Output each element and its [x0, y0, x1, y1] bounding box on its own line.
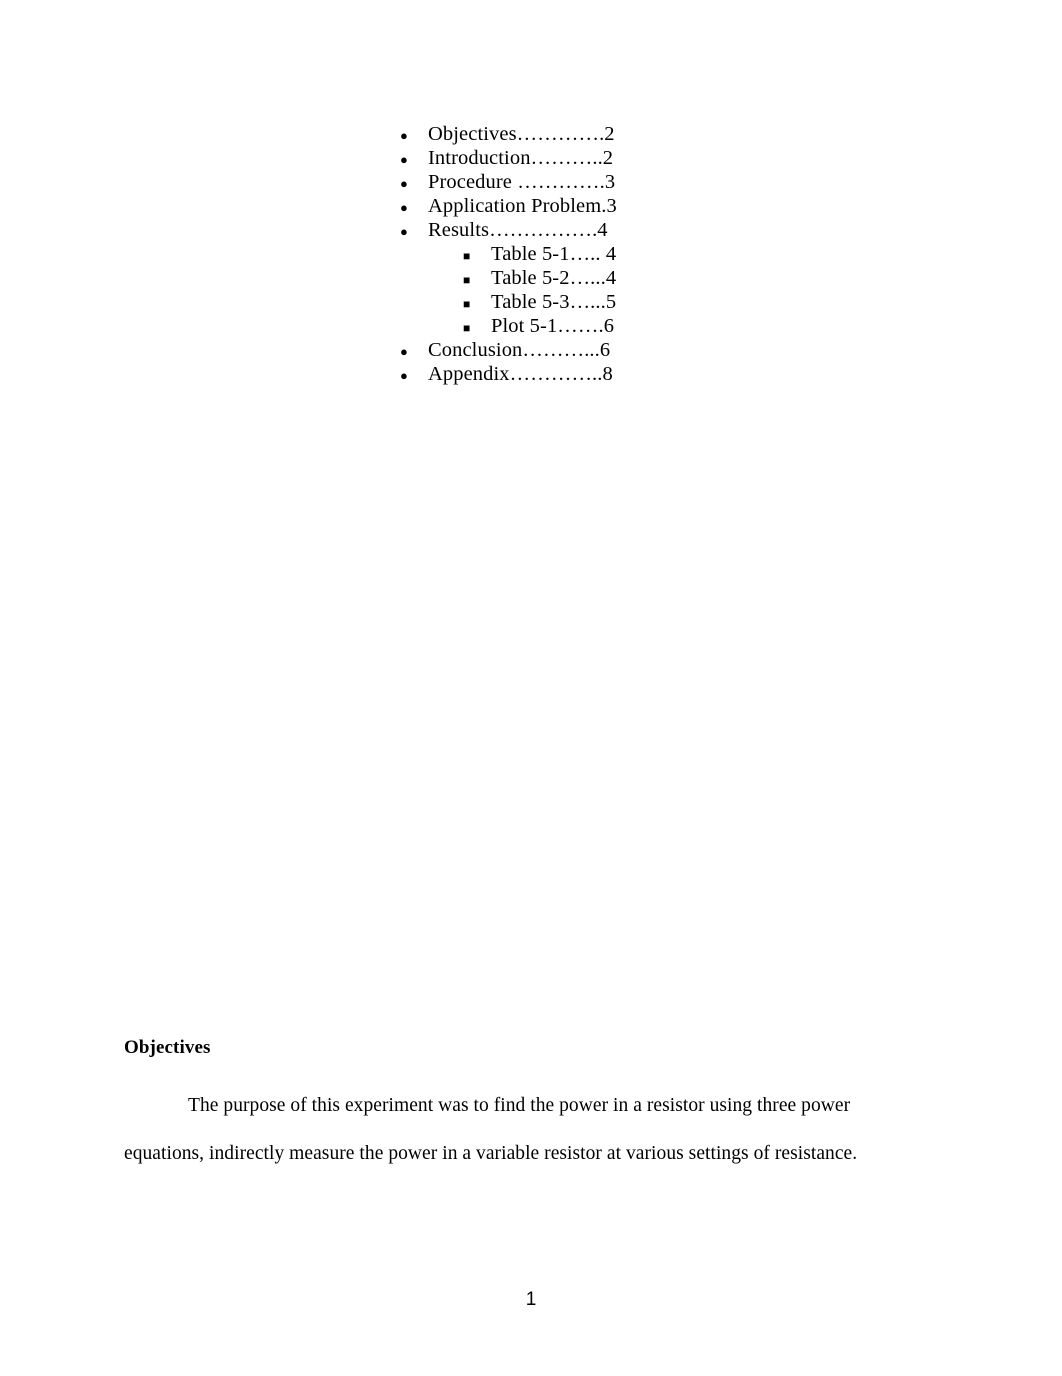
- disc-bullet-icon: ●: [400, 152, 408, 167]
- toc-sublist-results: ■ Table 5-1….. 4 ■ Table 5-2…...4 ■ Tabl…: [400, 242, 820, 338]
- toc-entry-label: Results…………….4: [428, 219, 608, 241]
- toc-entry-label: Appendix…………..8: [428, 363, 613, 385]
- toc-entry-label: Conclusion………...6: [428, 339, 611, 361]
- square-bullet-icon: ■: [463, 321, 471, 335]
- toc-entry-introduction[interactable]: ● Introduction………..2: [400, 146, 820, 170]
- disc-bullet-icon: ●: [400, 200, 408, 215]
- disc-bullet-icon: ●: [400, 224, 408, 239]
- toc-entry-label: Procedure ………….3: [428, 171, 616, 193]
- toc-entry-appendix[interactable]: ● Appendix…………..8: [400, 362, 820, 386]
- toc-entry-table-5-3[interactable]: ■ Table 5-3…...5: [400, 290, 820, 314]
- objectives-section: Objectives The purpose of this experimen…: [124, 1034, 914, 1178]
- toc-entry-procedure[interactable]: ● Procedure ………….3: [400, 170, 820, 194]
- toc-entry-results[interactable]: ● Results…………….4: [400, 218, 820, 242]
- table-of-contents: ● Objectives………….2 ● Introduction………..2 …: [400, 122, 820, 386]
- section-heading-objectives: Objectives: [124, 1037, 211, 1058]
- square-bullet-icon: ■: [463, 249, 471, 263]
- toc-entry-label: Objectives………….2: [428, 123, 615, 145]
- toc-entry-label: Table 5-1….. 4: [491, 243, 617, 265]
- objectives-paragraph: The purpose of this experiment was to fi…: [124, 1095, 858, 1164]
- toc-entry-label: Introduction………..2: [428, 147, 614, 169]
- toc-entry-conclusion[interactable]: ● Conclusion………...6: [400, 338, 820, 362]
- toc-entry-label: Plot 5-1…….6: [491, 315, 615, 337]
- page-number: 1: [525, 1289, 537, 1310]
- square-bullet-icon: ■: [463, 297, 471, 311]
- toc-entry-label: Table 5-3…...5: [491, 291, 617, 313]
- toc-sublist-container: ■ Table 5-1….. 4 ■ Table 5-2…...4 ■ Tabl…: [400, 242, 820, 338]
- document-page: ● Objectives………….2 ● Introduction………..2 …: [0, 0, 1062, 1376]
- toc-entry-label: Application Problem.3: [428, 195, 617, 217]
- toc-entry-label: Table 5-2…...4: [491, 267, 617, 289]
- toc-list: ● Objectives………….2 ● Introduction………..2 …: [400, 122, 820, 386]
- toc-entry-application-problem[interactable]: ● Application Problem.3: [400, 194, 820, 218]
- toc-entry-table-5-1[interactable]: ■ Table 5-1….. 4: [400, 242, 820, 266]
- disc-bullet-icon: ●: [400, 128, 408, 143]
- disc-bullet-icon: ●: [400, 368, 408, 383]
- toc-entry-plot-5-1[interactable]: ■ Plot 5-1…….6: [400, 314, 820, 338]
- toc-entry-objectives[interactable]: ● Objectives………….2: [400, 122, 820, 146]
- toc-entry-table-5-2[interactable]: ■ Table 5-2…...4: [400, 266, 820, 290]
- disc-bullet-icon: ●: [400, 344, 408, 359]
- square-bullet-icon: ■: [463, 273, 471, 287]
- disc-bullet-icon: ●: [400, 176, 408, 191]
